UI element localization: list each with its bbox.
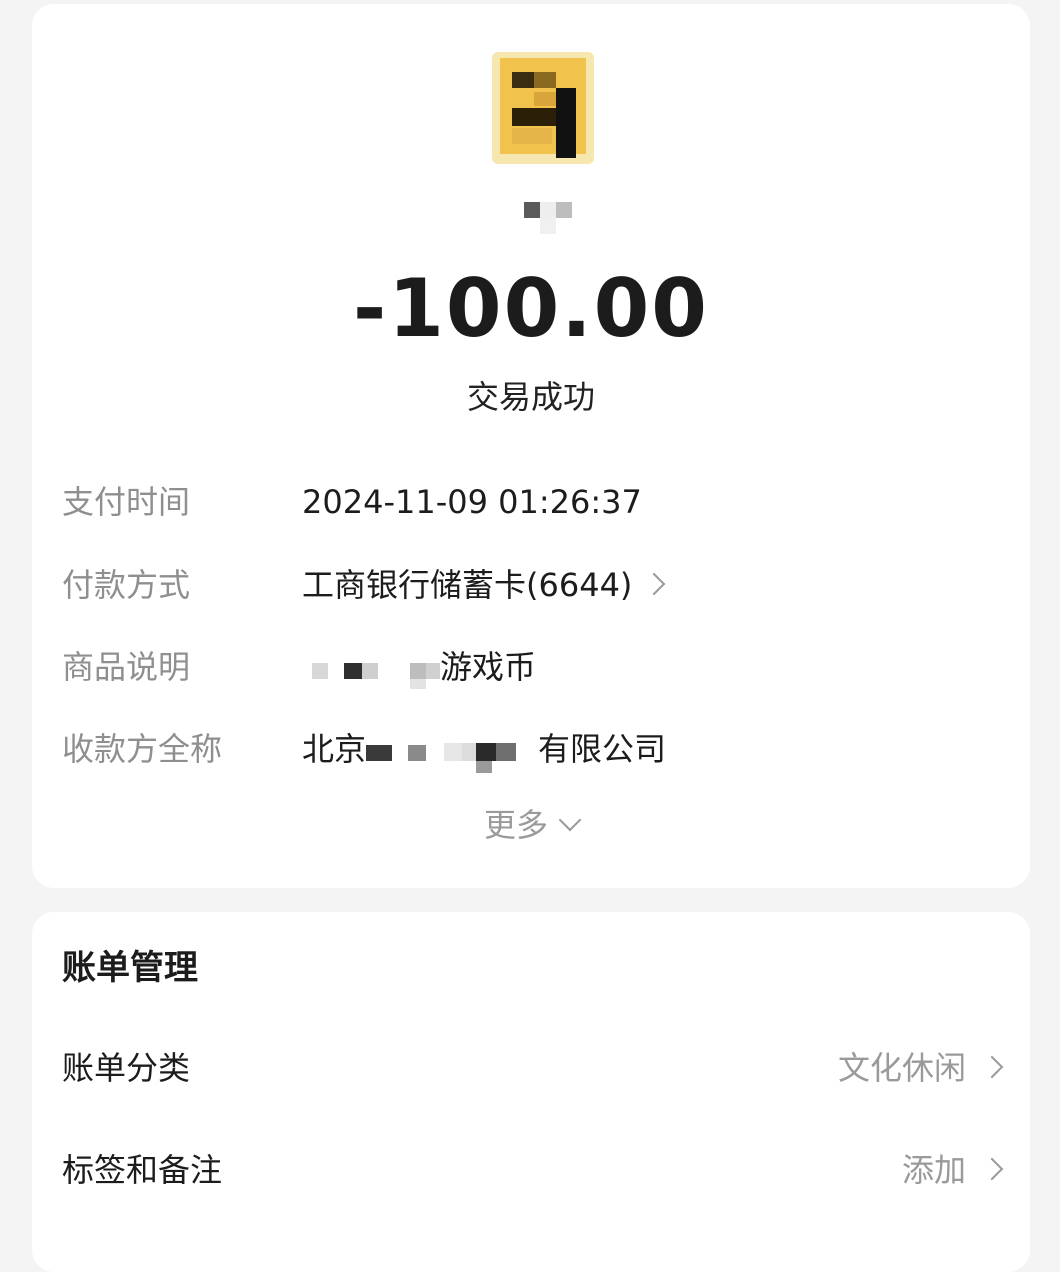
payment-method-value-wrap[interactable]: 工商银行储蓄卡(6644) [302, 559, 666, 611]
detail-row-pay-time: 支付时间 2024-11-09 01:26:37 [62, 476, 1000, 528]
detail-row-payee: 收款方全称 北京 有限公司 [62, 723, 1000, 775]
bill-category-label: 账单分类 [62, 1049, 191, 1087]
chevron-right-icon [980, 1157, 1004, 1181]
product-name-redacted [302, 649, 440, 689]
payee-suffix: 有限公司 [538, 730, 667, 768]
bill-category-row[interactable]: 账单分类 文化休闲 [62, 1038, 1004, 1098]
payee-label: 收款方全称 [62, 730, 223, 768]
transaction-detail-card: -100.00 交易成功 支付时间 2024-11-09 01:26:37 付款… [32, 4, 1030, 888]
more-details-toggle[interactable]: 更多 [32, 800, 1030, 850]
product-value-wrap: 游戏币 [302, 641, 536, 693]
bill-management-card: 账单管理 账单分类 文化休闲 标签和备注 添加 [32, 912, 1030, 1272]
tags-notes-value-wrap[interactable]: 添加 [901, 1140, 1004, 1200]
payee-name-redacted [366, 731, 538, 773]
bill-category-value: 文化休闲 [837, 1049, 966, 1087]
tags-notes-value: 添加 [901, 1151, 966, 1189]
product-value: 游戏币 [440, 648, 537, 686]
detail-row-product: 商品说明 游戏币 [62, 641, 1000, 693]
chevron-right-icon [643, 572, 666, 596]
pay-time-value: 2024-11-09 01:26:37 [302, 483, 642, 521]
chevron-down-icon [558, 808, 582, 832]
transaction-amount: -100.00 [353, 262, 709, 355]
chevron-right-icon [980, 1055, 1004, 1079]
payee-value-wrap: 北京 有限公司 [302, 723, 666, 775]
payee-prefix: 北京 [302, 730, 367, 768]
tags-notes-label: 标签和备注 [62, 1151, 223, 1189]
merchant-name-redacted [524, 202, 580, 236]
merchant-avatar [492, 52, 594, 164]
tags-notes-row[interactable]: 标签和备注 添加 [62, 1140, 1004, 1200]
pay-time-label: 支付时间 [62, 483, 191, 521]
bill-management-title: 账单管理 [62, 948, 198, 988]
transaction-status: 交易成功 [466, 378, 595, 416]
product-label: 商品说明 [62, 648, 191, 686]
more-label: 更多 [483, 806, 548, 844]
detail-row-payment-method[interactable]: 付款方式 工商银行储蓄卡(6644) [62, 559, 1000, 611]
payment-method-value: 工商银行储蓄卡(6644) [302, 566, 633, 604]
payment-method-label: 付款方式 [62, 566, 191, 604]
bill-category-value-wrap[interactable]: 文化休闲 [837, 1038, 1004, 1098]
